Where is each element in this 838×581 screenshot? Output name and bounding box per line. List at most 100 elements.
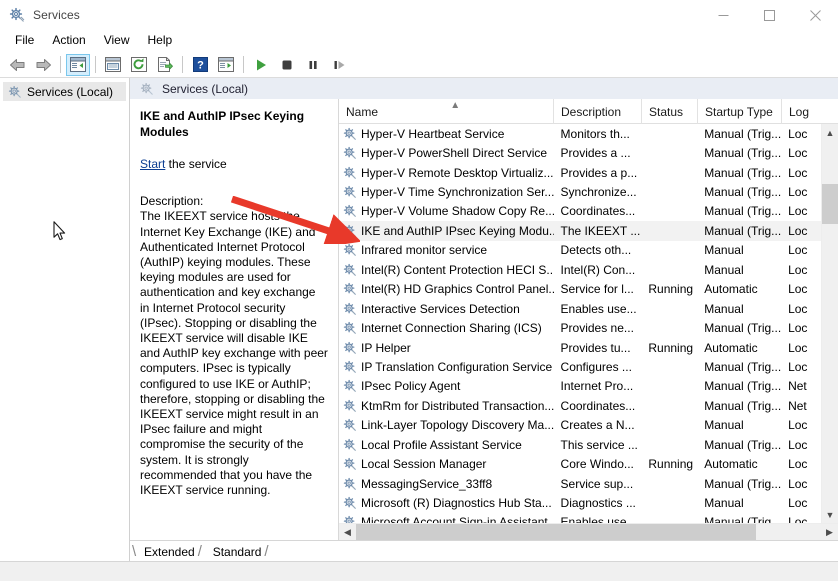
start-service-link[interactable]: Start bbox=[140, 157, 165, 171]
window-body: Services (Local) Services (Local) IKE an… bbox=[0, 78, 838, 561]
table-row[interactable]: Internet Connection Sharing (ICS) Provide… bbox=[339, 318, 821, 337]
tree-node-services-local[interactable]: Services (Local) bbox=[3, 82, 126, 101]
refresh-icon[interactable] bbox=[127, 54, 151, 76]
menu-view[interactable]: View bbox=[95, 31, 139, 51]
svg-text:?: ? bbox=[197, 60, 204, 72]
table-row[interactable]: Hyper-V Time Synchronization Ser... Synch… bbox=[339, 182, 821, 201]
content-panes: IKE and AuthIP IPsec Keying Modules Star… bbox=[130, 99, 838, 541]
table-row[interactable]: Hyper-V Heartbeat Service Monitors th... M… bbox=[339, 124, 821, 143]
tab-label: Extended bbox=[144, 544, 195, 559]
stop-service-icon[interactable] bbox=[275, 54, 299, 76]
cell-log-on-as: Loc bbox=[788, 321, 808, 336]
vertical-scroll-thumb[interactable] bbox=[822, 184, 838, 224]
table-row[interactable]: Microsoft Account Sign-in Assistant Enabl… bbox=[339, 513, 821, 523]
start-service-icon[interactable] bbox=[249, 54, 273, 76]
tab-left-slash-icon: \ bbox=[132, 543, 137, 560]
table-row[interactable]: Microsoft (R) Diagnostics Hub Sta... Diag… bbox=[339, 493, 821, 512]
services-gear-icon bbox=[140, 82, 154, 96]
console-tree: Services (Local) bbox=[0, 78, 130, 561]
table-row[interactable]: IP Translation Configuration Service Conf… bbox=[339, 357, 821, 376]
scroll-down-icon[interactable]: ▼ bbox=[822, 506, 838, 523]
column-header-name[interactable]: Name ▲ bbox=[339, 99, 554, 124]
vertical-scrollbar[interactable]: ▲ ▼ bbox=[821, 124, 838, 523]
cell-description: Provides tu... bbox=[560, 340, 631, 355]
column-header-description[interactable]: Description bbox=[554, 99, 642, 124]
column-header-startup-type[interactable]: Startup Type bbox=[698, 99, 782, 124]
table-row[interactable]: Local Profile Assistant Service This serv… bbox=[339, 435, 821, 454]
cell-name: IP Translation Configuration Service bbox=[339, 360, 554, 374]
service-gear-icon bbox=[343, 146, 357, 160]
table-row[interactable]: IKE and AuthIP IPsec Keying Modu... The I… bbox=[339, 221, 821, 241]
content-header-label: Services (Local) bbox=[162, 81, 249, 96]
table-row[interactable]: Hyper-V PowerShell Direct Service Provide… bbox=[339, 143, 821, 162]
table-row[interactable]: Link-Layer Topology Discovery Ma... Creat… bbox=[339, 416, 821, 435]
restart-service-icon[interactable] bbox=[327, 54, 351, 76]
cell-startup-type: Manual bbox=[704, 301, 744, 316]
menu-action[interactable]: Action bbox=[43, 31, 94, 51]
help-icon[interactable]: ? bbox=[188, 54, 212, 76]
table-row[interactable]: IPsec Policy Agent Internet Pro... Manual … bbox=[339, 377, 821, 396]
table-row[interactable]: IP Helper Provides tu... Running Automatic L… bbox=[339, 338, 821, 357]
horizontal-scrollbar[interactable]: ◀ ▶ bbox=[339, 523, 838, 541]
cell-description: Intel(R) Con... bbox=[560, 262, 636, 277]
minimize-button[interactable] bbox=[700, 0, 746, 30]
scroll-up-icon[interactable]: ▲ bbox=[822, 124, 838, 141]
cell-startup-type: Manual (Trig... bbox=[704, 398, 782, 413]
menu-file[interactable]: File bbox=[6, 31, 43, 51]
cell-text: IKE and AuthIP IPsec Keying Modu... bbox=[361, 223, 554, 238]
service-gear-icon bbox=[343, 166, 357, 180]
cell-name: Hyper-V Heartbeat Service bbox=[339, 127, 554, 141]
table-row[interactable]: KtmRm for Distributed Transaction... Coor… bbox=[339, 396, 821, 415]
description-label: Description: bbox=[140, 194, 204, 209]
table-row[interactable]: MessagingService_33ff8 Service sup... Manu… bbox=[339, 474, 821, 493]
cell-log-on-as: Loc bbox=[788, 340, 808, 355]
show-hide-console-tree-icon[interactable] bbox=[66, 53, 90, 76]
tab-standard[interactable]: Standard / bbox=[204, 542, 271, 561]
mouse-cursor bbox=[53, 221, 66, 246]
table-row[interactable]: Infrared monitor service Detects oth... Ma… bbox=[339, 241, 821, 260]
tree-node-label: Services (Local) bbox=[27, 84, 114, 99]
scroll-right-icon[interactable]: ▶ bbox=[821, 527, 838, 538]
service-gear-icon bbox=[343, 263, 357, 277]
cell-startup-type: Manual bbox=[704, 262, 744, 277]
vertical-scroll-track[interactable] bbox=[822, 141, 838, 506]
cell-log-on-as: Loc bbox=[788, 418, 808, 433]
column-header-log-on-as[interactable]: Log bbox=[782, 99, 822, 124]
cell-description: Creates a N... bbox=[560, 418, 635, 433]
cell-log-on-as: Loc bbox=[788, 359, 808, 374]
cell-startup-type: Manual bbox=[704, 418, 744, 433]
service-gear-icon bbox=[343, 399, 357, 413]
list-rows-container: Hyper-V Heartbeat Service Monitors th... M… bbox=[339, 124, 821, 523]
sort-ascending-icon: ▲ bbox=[450, 100, 461, 111]
table-row[interactable]: Hyper-V Volume Shadow Copy Re... Coordina… bbox=[339, 202, 821, 221]
cell-name: Link-Layer Topology Discovery Ma... bbox=[339, 418, 554, 432]
window-title: Services bbox=[33, 8, 80, 22]
table-row[interactable]: Intel(R) HD Graphics Control Panel... Ser… bbox=[339, 280, 821, 299]
scroll-left-icon[interactable]: ◀ bbox=[339, 527, 356, 538]
cell-description: Configures ... bbox=[560, 359, 632, 374]
horizontal-scroll-track[interactable] bbox=[356, 523, 821, 541]
service-gear-icon bbox=[343, 302, 357, 316]
service-gear-icon bbox=[343, 321, 357, 335]
title-bar: Services bbox=[0, 0, 838, 30]
table-row[interactable]: Intel(R) Content Protection HECI S... Int… bbox=[339, 260, 821, 279]
forward-icon[interactable] bbox=[31, 54, 55, 76]
table-row[interactable]: Hyper-V Remote Desktop Virtualiz... Provi… bbox=[339, 163, 821, 182]
table-row[interactable]: Interactive Services Detection Enables us… bbox=[339, 299, 821, 318]
cell-name: Intel(R) HD Graphics Control Panel... bbox=[339, 282, 554, 296]
export-list-icon[interactable] bbox=[153, 54, 177, 76]
back-icon[interactable] bbox=[5, 54, 29, 76]
show-hide-action-pane-icon[interactable] bbox=[214, 54, 238, 76]
horizontal-scroll-thumb[interactable] bbox=[356, 523, 756, 541]
tab-extended[interactable]: \ Extended / bbox=[132, 542, 204, 561]
table-row[interactable]: Local Session Manager Core Windo... Runnin… bbox=[339, 454, 821, 473]
service-gear-icon bbox=[343, 418, 357, 432]
service-detail-pane: IKE and AuthIP IPsec Keying Modules Star… bbox=[130, 99, 338, 540]
column-header-status[interactable]: Status bbox=[642, 99, 698, 124]
cell-log-on-as: Loc bbox=[788, 437, 808, 452]
maximize-button[interactable] bbox=[746, 0, 792, 30]
properties-icon[interactable] bbox=[101, 54, 125, 76]
pause-service-icon[interactable] bbox=[301, 54, 325, 76]
close-button[interactable] bbox=[792, 0, 838, 30]
menu-help[interactable]: Help bbox=[139, 31, 182, 51]
